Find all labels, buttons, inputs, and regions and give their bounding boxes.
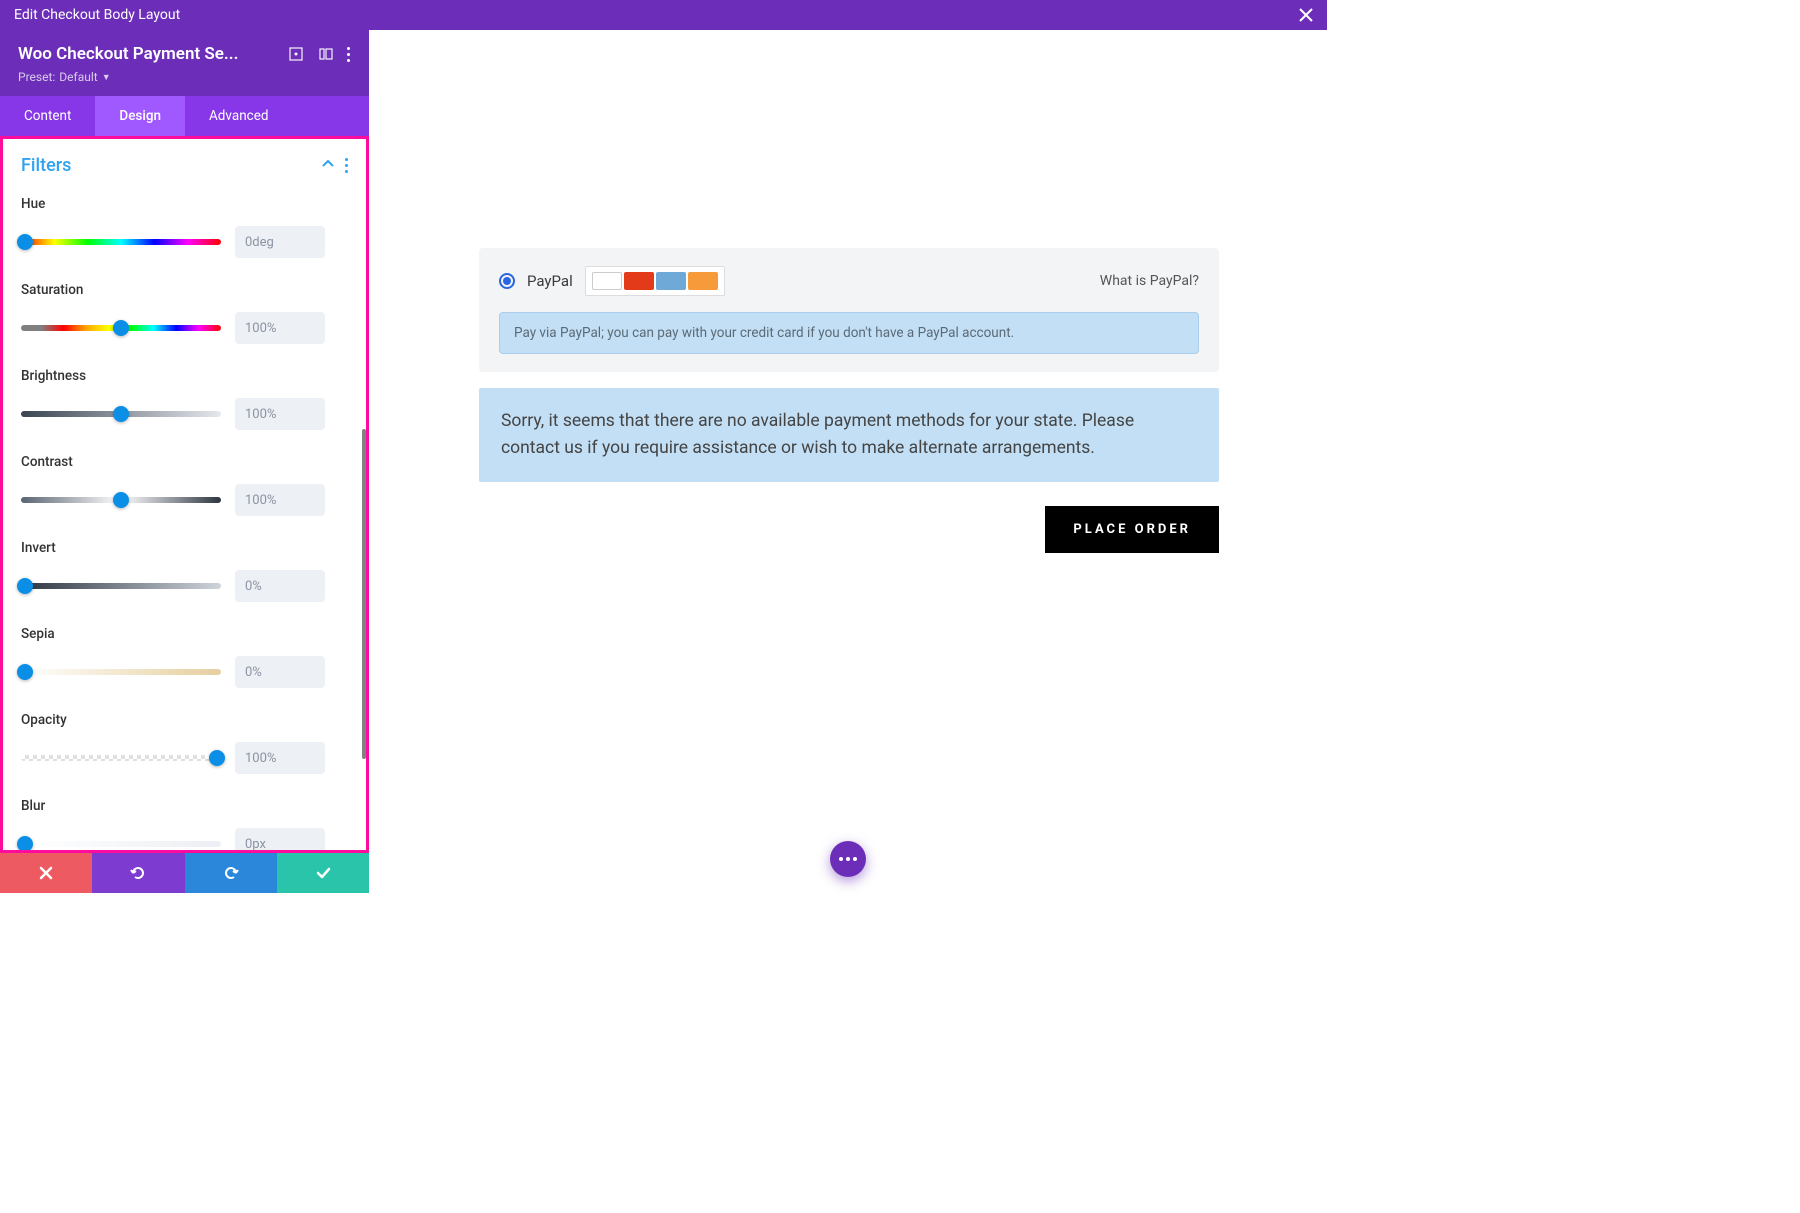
module-menu-icon[interactable] xyxy=(347,47,351,62)
preset-label: Preset: xyxy=(18,70,55,84)
close-button[interactable] xyxy=(1299,8,1313,22)
filter-invert: Invert 0% xyxy=(21,540,348,602)
blur-label: Blur xyxy=(21,798,348,814)
sepia-value[interactable]: 0% xyxy=(235,656,325,688)
preset-selector[interactable]: Preset: Default ▼ xyxy=(18,70,351,84)
panel-scrollbar[interactable] xyxy=(362,429,366,759)
section-menu-icon[interactable] xyxy=(345,158,348,173)
opacity-slider[interactable] xyxy=(21,755,221,761)
save-button[interactable] xyxy=(277,853,369,893)
saturation-label: Saturation xyxy=(21,282,348,298)
filter-opacity: Opacity 100% xyxy=(21,712,348,774)
filter-blur: Blur 0px xyxy=(21,798,348,850)
settings-tabs: Content Design Advanced xyxy=(0,96,369,136)
contrast-value[interactable]: 100% xyxy=(235,484,325,516)
undo-button[interactable] xyxy=(92,853,184,893)
contrast-label: Contrast xyxy=(21,454,348,470)
brightness-slider[interactable] xyxy=(21,411,221,417)
filter-brightness: Brightness 100% xyxy=(21,368,348,430)
settings-panel: Filters Hue 0deg Saturation 100% xyxy=(0,136,369,853)
module-title: Woo Checkout Payment Se... xyxy=(18,44,275,64)
filter-hue: Hue 0deg xyxy=(21,196,348,258)
paypal-info-text: Pay via PayPal; you can pay with your cr… xyxy=(499,312,1199,354)
saturation-slider[interactable] xyxy=(21,325,221,331)
builder-fab-button[interactable] xyxy=(830,841,866,877)
filter-contrast: Contrast 100% xyxy=(21,454,348,516)
blur-value[interactable]: 0px xyxy=(235,828,325,850)
filter-sepia: Sepia 0% xyxy=(21,626,348,688)
cancel-button[interactable] xyxy=(0,853,92,893)
tab-advanced[interactable]: Advanced xyxy=(185,96,293,136)
brightness-value[interactable]: 100% xyxy=(235,398,325,430)
layout-icon[interactable] xyxy=(317,45,335,63)
expand-icon[interactable] xyxy=(287,45,305,63)
paypal-label: PayPal xyxy=(527,272,573,290)
preview-area: PayPal What is PayPal? Pay via PayPal; y… xyxy=(369,30,1327,895)
invert-value[interactable]: 0% xyxy=(235,570,325,602)
contrast-slider[interactable] xyxy=(21,497,221,503)
window-title-bar: Edit Checkout Body Layout xyxy=(0,0,1327,30)
hue-label: Hue xyxy=(21,196,348,212)
opacity-value[interactable]: 100% xyxy=(235,742,325,774)
section-collapse-icon[interactable] xyxy=(321,156,335,175)
what-is-paypal-link[interactable]: What is PayPal? xyxy=(1100,273,1199,289)
invert-slider[interactable] xyxy=(21,583,221,589)
blur-slider[interactable] xyxy=(21,841,221,847)
checkout-payment-section: PayPal What is PayPal? Pay via PayPal; y… xyxy=(479,248,1219,553)
sepia-slider[interactable] xyxy=(21,669,221,675)
panel-footer xyxy=(0,853,369,893)
place-order-button[interactable]: PLACE ORDER xyxy=(1045,506,1219,553)
tab-content[interactable]: Content xyxy=(0,96,95,136)
preset-value: Default xyxy=(59,70,97,84)
invert-label: Invert xyxy=(21,540,348,556)
saturation-value[interactable]: 100% xyxy=(235,312,325,344)
no-payment-methods-message: Sorry, it seems that there are no availa… xyxy=(479,388,1219,482)
paypal-radio[interactable] xyxy=(499,273,515,289)
section-title: Filters xyxy=(21,155,71,176)
filter-saturation: Saturation 100% xyxy=(21,282,348,344)
payment-method-block: PayPal What is PayPal? Pay via PayPal; y… xyxy=(479,248,1219,372)
redo-button[interactable] xyxy=(185,853,277,893)
hue-slider[interactable] xyxy=(21,239,221,245)
payment-cards-icon xyxy=(585,266,725,296)
brightness-label: Brightness xyxy=(21,368,348,384)
window-title: Edit Checkout Body Layout xyxy=(14,7,180,23)
chevron-down-icon: ▼ xyxy=(102,72,111,83)
module-header: Woo Checkout Payment Se... Preset: Defau… xyxy=(0,30,369,96)
hue-value[interactable]: 0deg xyxy=(235,226,325,258)
sepia-label: Sepia xyxy=(21,626,348,642)
tab-design[interactable]: Design xyxy=(95,96,185,136)
opacity-label: Opacity xyxy=(21,712,348,728)
